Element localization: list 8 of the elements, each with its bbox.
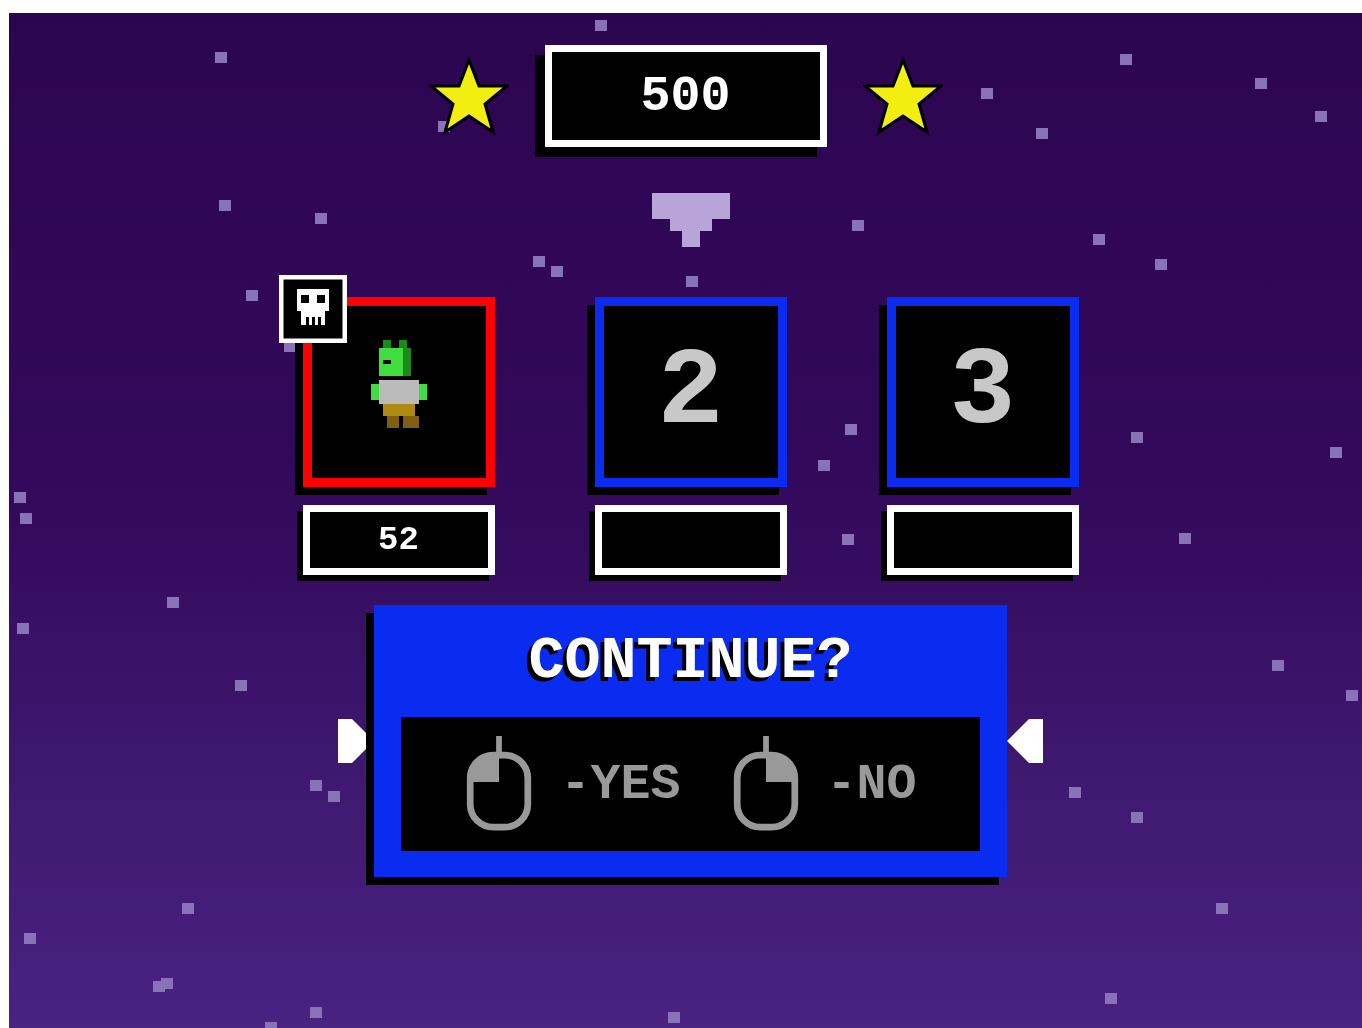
player-number: 2: [657, 329, 724, 455]
option-label: -YES: [560, 755, 681, 813]
star-icon: [862, 56, 943, 136]
left-arrow-icon: [1007, 719, 1043, 763]
option-label: -NO: [826, 755, 917, 813]
continue-title: CONTINUE?: [528, 626, 853, 697]
player-number: 3: [949, 329, 1016, 455]
star-icon: [428, 56, 509, 136]
